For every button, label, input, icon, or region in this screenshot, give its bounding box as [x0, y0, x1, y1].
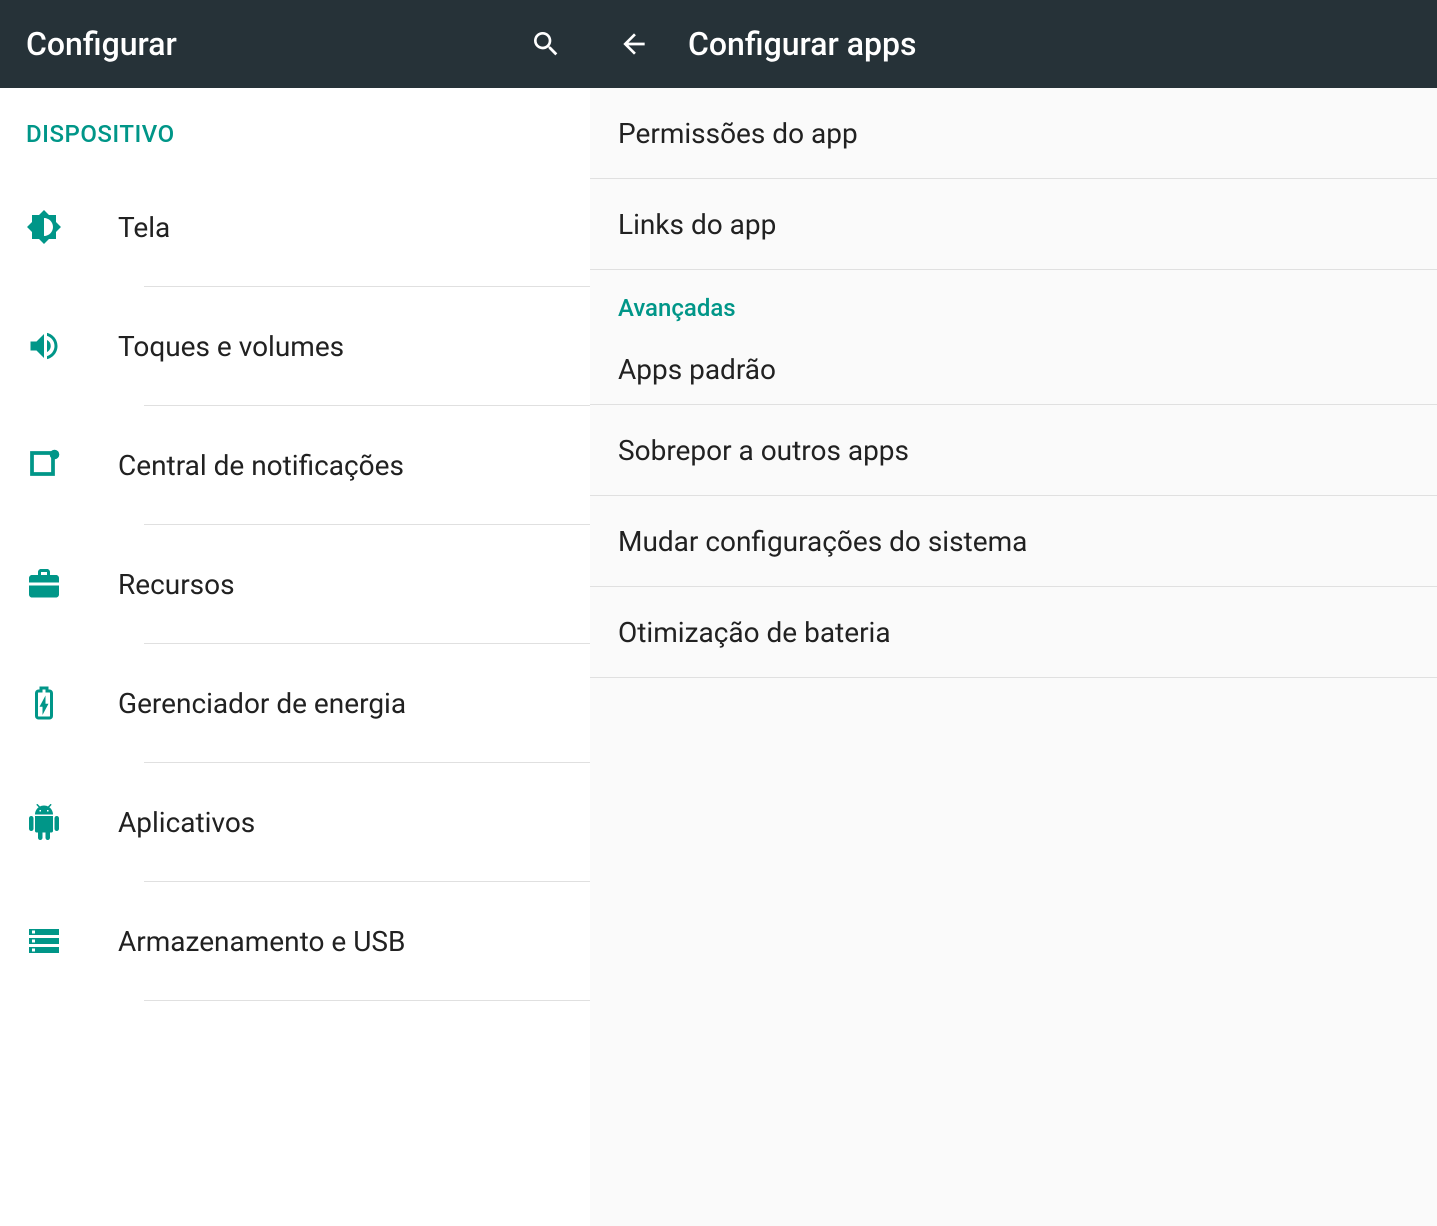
notifications-label: Central de notificações [118, 449, 590, 482]
back-button[interactable] [610, 20, 658, 68]
sound-label: Toques e volumes [118, 330, 590, 363]
resources-label: Recursos [118, 568, 590, 601]
modify-system-settings-label: Mudar configurações do sistema [618, 525, 1027, 558]
configure-apps-pane: Configurar apps Permissões do app Links … [590, 0, 1437, 1226]
notifications-item[interactable]: Central de notificações [26, 406, 590, 524]
android-icon [26, 804, 62, 840]
divider [144, 1000, 590, 1001]
app-permissions-label: Permissões do app [618, 117, 858, 150]
volume-icon [26, 328, 62, 364]
resources-item[interactable]: Recursos [26, 525, 590, 643]
advanced-section-header: Avançadas [590, 270, 1437, 334]
configure-apps-list: Permissões do app Links do app Avançadas… [590, 88, 1437, 1226]
notification-icon [26, 447, 62, 483]
right-appbar-title: Configurar apps [688, 25, 916, 63]
sound-item[interactable]: Toques e volumes [26, 287, 590, 405]
brightness-icon [26, 209, 62, 245]
storage-label: Armazenamento e USB [118, 925, 590, 958]
left-appbar-title: Configurar [26, 25, 522, 63]
briefcase-icon [26, 566, 62, 602]
battery-label: Gerenciador de energia [118, 687, 590, 720]
overlay-apps-item[interactable]: Sobrepor a outros apps [590, 405, 1437, 495]
default-apps-item[interactable]: Apps padrão [590, 334, 1437, 404]
apps-item[interactable]: Aplicativos [26, 763, 590, 881]
storage-item[interactable]: Armazenamento e USB [26, 882, 590, 1000]
apps-label: Aplicativos [118, 806, 590, 839]
left-appbar: Configurar [0, 0, 590, 88]
default-apps-label: Apps padrão [618, 353, 776, 386]
app-permissions-item[interactable]: Permissões do app [590, 88, 1437, 178]
device-settings-list: Tela Toques e volumes Central de notific… [0, 168, 590, 1226]
modify-system-settings-item[interactable]: Mudar configurações do sistema [590, 496, 1437, 586]
battery-optimization-item[interactable]: Otimização de bateria [590, 587, 1437, 677]
display-label: Tela [118, 211, 590, 244]
battery-item[interactable]: Gerenciador de energia [26, 644, 590, 762]
battery-optimization-label: Otimização de bateria [618, 616, 891, 649]
app-links-item[interactable]: Links do app [590, 179, 1437, 269]
device-section-header: DISPOSITIVO [0, 88, 590, 168]
arrow-back-icon [618, 28, 650, 60]
storage-icon [26, 923, 62, 959]
battery-charging-icon [26, 685, 62, 721]
overlay-apps-label: Sobrepor a outros apps [618, 434, 909, 467]
search-button[interactable] [522, 20, 570, 68]
right-appbar: Configurar apps [590, 0, 1437, 88]
settings-pane: Configurar DISPOSITIVO Tela Toques e vol… [0, 0, 590, 1226]
display-item[interactable]: Tela [26, 168, 590, 286]
app-links-label: Links do app [618, 208, 776, 241]
search-icon [530, 28, 562, 60]
divider [590, 677, 1437, 678]
